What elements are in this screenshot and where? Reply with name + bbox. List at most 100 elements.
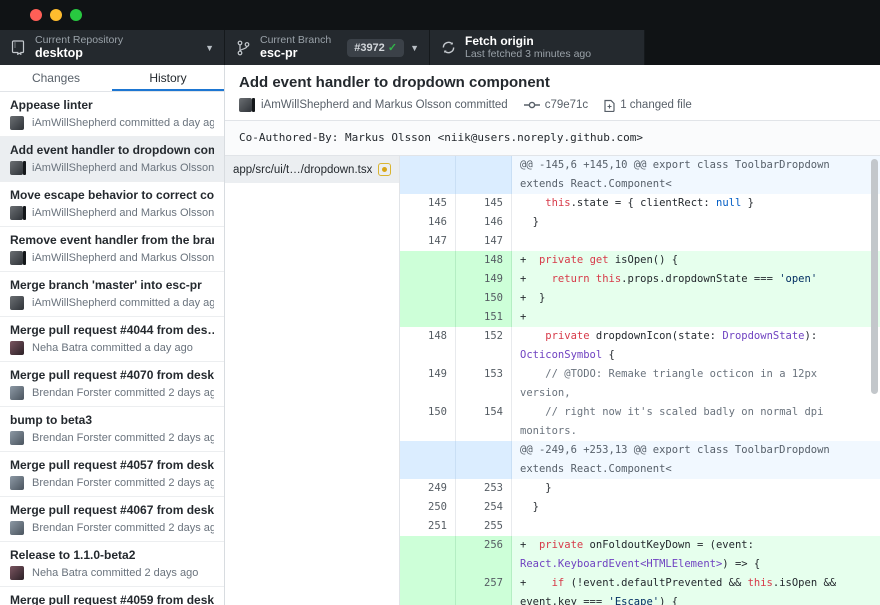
diff-code-line: private dropdownIcon(state: DropdownStat… (512, 327, 880, 365)
diff-code-line: this.state = { clientRect: null } (512, 194, 880, 213)
branch-name: esc-pr (260, 46, 341, 60)
avatar (10, 251, 26, 265)
diff-code-line: @@ -249,6 +253,13 @@ export class Toolba… (512, 441, 880, 479)
diff-row: 250254 } (400, 498, 880, 517)
old-line-number: 250 (400, 498, 456, 517)
diff-row: 256+ private onFoldoutKeyDown = (event: … (400, 536, 880, 574)
commit-header: Add event handler to dropdown component … (225, 65, 880, 121)
commit-list-item[interactable]: Merge pull request #4059 from desk… (0, 587, 224, 605)
old-line-number: 249 (400, 479, 456, 498)
diff-row: 251255 (400, 517, 880, 536)
old-line-number (400, 308, 456, 327)
avatar (10, 386, 26, 400)
commit-list-item[interactable]: Move escape behavior to correct co… iAmW… (0, 182, 224, 227)
close-window-button[interactable] (30, 9, 42, 21)
branch-label: Current Branch (260, 34, 341, 46)
avatar (10, 341, 26, 355)
diff-row: 146146 } (400, 213, 880, 232)
commit-sha[interactable]: c79e71c (545, 99, 588, 111)
sidebar-tabbar: Changes History (0, 65, 224, 92)
repository-name: desktop (35, 46, 199, 60)
diff-row: @@ -145,6 +145,10 @@ export class Toolba… (400, 156, 880, 194)
diff-row: 149+ return this.props.dropdownState ===… (400, 270, 880, 289)
commit-list-item[interactable]: Merge pull request #4070 from desk… Bren… (0, 362, 224, 407)
commit-list-item[interactable]: Merge pull request #4067 from desk… Bren… (0, 497, 224, 542)
commit-list-item[interactable]: Remove event handler from the bran… iAmW… (0, 227, 224, 272)
chevron-down-icon: ▼ (410, 43, 419, 53)
commit-description: Co-Authored-By: Markus Olsson <niik@user… (225, 121, 880, 156)
old-line-number: 148 (400, 327, 456, 365)
chevron-down-icon: ▼ (205, 43, 214, 53)
commit-list-item[interactable]: Add event handler to dropdown com… iAmWi… (0, 137, 224, 182)
commit-list-item[interactable]: bump to beta3 Brendan Forster committed … (0, 407, 224, 452)
commit-item-title: Merge pull request #4070 from desk… (10, 368, 214, 382)
avatar (10, 521, 26, 535)
new-line-number: 253 (456, 479, 512, 498)
diff-code-line: + if (!event.defaultPrevented && this.is… (512, 574, 880, 605)
diff-code-line: + (512, 308, 880, 327)
commit-byline: iAmWillShepherd and Markus Olsson commit… (261, 99, 508, 111)
current-branch-dropdown[interactable]: Current Branch esc-pr #3972 ✓ ▼ (225, 30, 430, 65)
commit-item-meta: iAmWillShepherd committed a day ago (32, 117, 214, 129)
diff-row: 257+ if (!event.defaultPrevented && this… (400, 574, 880, 605)
old-line-number: 150 (400, 403, 456, 441)
diff-row: 148+ private get isOpen() { (400, 251, 880, 270)
commit-item-meta: Neha Batra committed 2 days ago (32, 567, 198, 579)
old-line-number: 147 (400, 232, 456, 251)
old-line-number (400, 156, 456, 194)
new-line-number: 154 (456, 403, 512, 441)
commit-item-meta: Brendan Forster committed 2 days ago (32, 432, 214, 444)
fetch-origin-button[interactable]: Fetch origin Last fetched 3 minutes ago (430, 30, 645, 65)
fetch-subtitle: Last fetched 3 minutes ago (465, 48, 634, 60)
changed-files-list: app/src/ui/t…/dropdown.tsx (225, 156, 400, 605)
minimize-window-button[interactable] (50, 9, 62, 21)
git-commit-icon (524, 100, 540, 110)
avatar (10, 116, 26, 130)
commit-item-meta: iAmWillShepherd committed a day ago (32, 297, 214, 309)
avatar (10, 431, 26, 445)
commit-list-item[interactable]: Appease linter iAmWillShepherd committed… (0, 92, 224, 137)
commit-item-title: Merge pull request #4059 from desk… (10, 593, 214, 605)
tab-history[interactable]: History (112, 65, 224, 91)
commit-list-item[interactable]: Merge pull request #4057 from desk… Bren… (0, 452, 224, 497)
commit-list-item[interactable]: Release to 1.1.0-beta2 Neha Batra commit… (0, 542, 224, 587)
repository-label: Current Repository (35, 34, 199, 46)
commit-list-item[interactable]: Merge pull request #4044 from des… Neha … (0, 317, 224, 362)
fetch-title: Fetch origin (465, 35, 634, 49)
pull-request-badge[interactable]: #3972 ✓ (347, 39, 404, 57)
repository-icon (10, 40, 26, 56)
commit-item-meta: Brendan Forster committed 2 days ago (32, 387, 214, 399)
diff-row: 149153 // @TODO: Remake triangle octicon… (400, 365, 880, 403)
commit-list-item[interactable]: Merge branch 'master' into esc-pr iAmWil… (0, 272, 224, 317)
diff-code-line: // @TODO: Remake triangle octicon in a 1… (512, 365, 880, 403)
diff-code-line: @@ -145,6 +145,10 @@ export class Toolba… (512, 156, 880, 194)
file-row[interactable]: app/src/ui/t…/dropdown.tsx (225, 156, 399, 183)
toolbar: Current Repository desktop ▼ Current Bra… (0, 30, 880, 65)
modified-status-icon (378, 163, 391, 176)
old-line-number (400, 251, 456, 270)
zoom-window-button[interactable] (70, 9, 82, 21)
commit-item-title: Merge branch 'master' into esc-pr (10, 278, 214, 292)
check-icon: ✓ (388, 42, 397, 54)
commit-item-meta: iAmWillShepherd and Markus Olsson… (32, 252, 214, 264)
old-line-number (400, 289, 456, 308)
diff-code-line (512, 517, 880, 536)
diff-row: @@ -249,6 +253,13 @@ export class Toolba… (400, 441, 880, 479)
commit-list: Appease linter iAmWillShepherd committed… (0, 92, 224, 605)
old-line-number: 149 (400, 365, 456, 403)
diff-scrollbar-thumb[interactable] (871, 159, 878, 394)
commit-item-title: Remove event handler from the bran… (10, 233, 214, 247)
new-line-number: 149 (456, 270, 512, 289)
commit-item-meta: iAmWillShepherd and Markus Olsson… (32, 162, 214, 174)
diff-row: 145145 this.state = { clientRect: null } (400, 194, 880, 213)
diff-code-line: + private get isOpen() { (512, 251, 880, 270)
avatar (239, 98, 255, 112)
diff-row: 148152 private dropdownIcon(state: Dropd… (400, 327, 880, 365)
new-line-number (456, 441, 512, 479)
current-repository-dropdown[interactable]: Current Repository desktop ▼ (0, 30, 225, 65)
old-line-number: 145 (400, 194, 456, 213)
new-line-number: 150 (456, 289, 512, 308)
changed-files-count: 1 changed file (620, 99, 692, 111)
tab-changes[interactable]: Changes (0, 65, 112, 91)
commit-item-meta: iAmWillShepherd and Markus Olsson… (32, 207, 214, 219)
